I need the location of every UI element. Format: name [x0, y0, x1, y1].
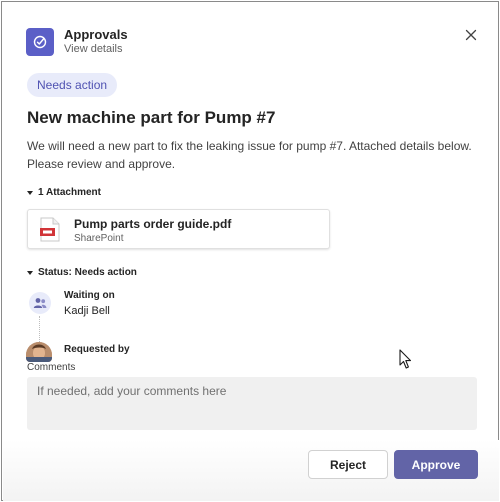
timeline-connector — [39, 316, 40, 342]
attachments-header: 1 Attachment — [38, 187, 101, 198]
attachment-name: Pump parts order guide.pdf — [74, 217, 232, 231]
request-description: We will need a new part to fix the leaki… — [27, 139, 472, 171]
avatar — [26, 342, 52, 362]
approvals-check-icon — [26, 28, 54, 56]
mouse-pointer-icon — [399, 349, 412, 369]
approval-details-dialog: Approvals View details Needs action New … — [1, 1, 499, 501]
app-title: Approvals — [64, 27, 128, 42]
approver-name: Kadji Bell — [64, 305, 110, 317]
close-icon — [465, 29, 477, 41]
attachments-toggle[interactable]: 1 Attachment — [27, 187, 101, 198]
status-badge: Needs action — [27, 73, 118, 97]
status-toggle[interactable]: Status: Needs action — [27, 267, 137, 278]
requested-by-label: Requested by — [64, 344, 130, 355]
attachment-card[interactable]: Pump parts order guide.pdf SharePoint — [27, 209, 330, 249]
attachment-source: SharePoint — [74, 233, 124, 244]
status-header: Status: Needs action — [38, 267, 137, 278]
waiting-on-label: Waiting on — [64, 290, 115, 301]
caret-down-icon — [27, 190, 33, 195]
close-button[interactable] — [462, 26, 480, 44]
pdf-file-icon — [40, 217, 60, 242]
approve-button[interactable]: Approve — [394, 450, 478, 479]
comments-input[interactable] — [27, 377, 477, 430]
caret-down-icon — [27, 270, 33, 275]
reject-button[interactable]: Reject — [308, 450, 388, 479]
people-icon — [29, 292, 51, 314]
request-title: New machine part for Pump #7 — [27, 108, 276, 127]
comments-label: Comments — [27, 362, 76, 373]
view-details-link[interactable]: View details — [64, 43, 123, 55]
